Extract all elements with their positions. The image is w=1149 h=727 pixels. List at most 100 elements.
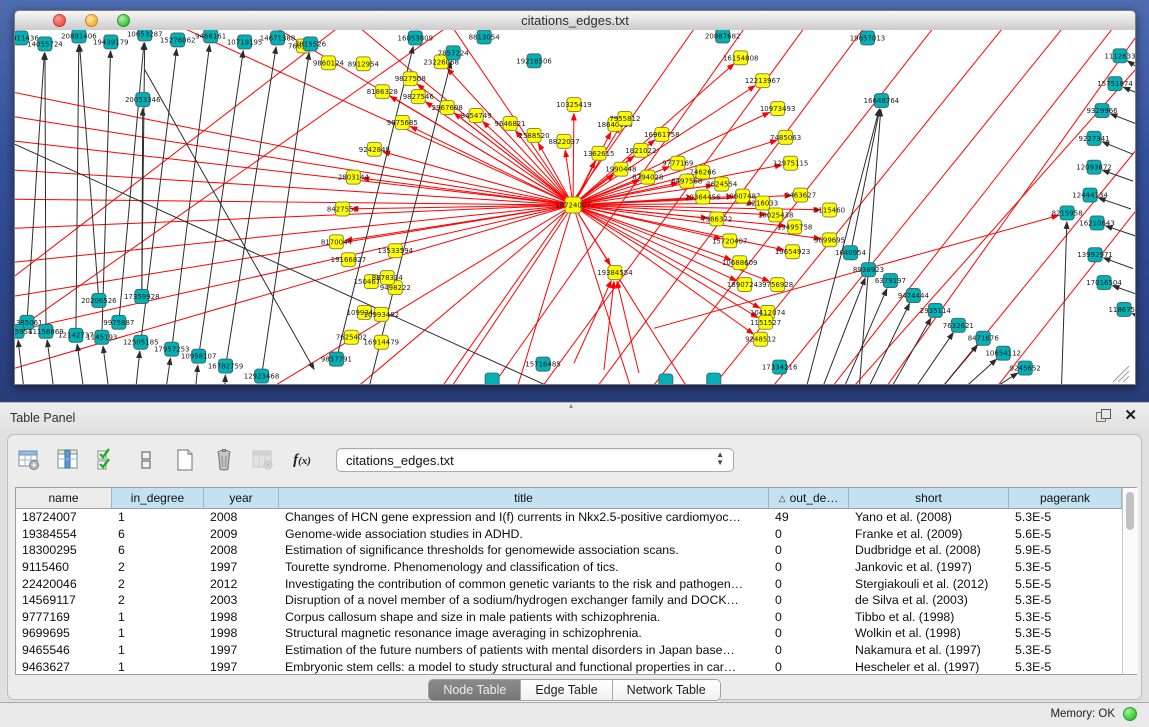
black-edge[interactable] <box>1102 142 1133 155</box>
network-node[interactable] <box>485 373 499 384</box>
select-rows-icon[interactable] <box>94 447 120 473</box>
table-scrollbar-thumb[interactable] <box>1126 492 1134 530</box>
black-edge[interactable] <box>1128 61 1135 78</box>
black-edge[interactable] <box>804 109 880 384</box>
black-edge[interactable] <box>172 45 210 349</box>
black-edge[interactable] <box>18 340 25 384</box>
row-height-icon[interactable] <box>133 447 159 473</box>
black-edge[interactable] <box>1113 286 1135 297</box>
function-builder-icon[interactable]: f(x) <box>289 447 315 473</box>
black-edge[interactable] <box>1123 87 1135 99</box>
black-edge[interactable] <box>45 53 46 331</box>
network-canvas[interactable]: 2322605898275088186328982754629676088454… <box>15 30 1135 384</box>
red-edge[interactable] <box>255 30 573 205</box>
network-window[interactable]: citations_edges.txt 23226058982750881863… <box>14 10 1136 385</box>
red-edge[interactable] <box>764 30 1073 384</box>
black-edge[interactable] <box>165 358 171 384</box>
table-selector-dropdown[interactable]: citations_edges.txt▲▼ <box>336 448 734 472</box>
column-header-in_degree[interactable]: in_degree <box>112 488 204 508</box>
float-panel-icon[interactable] <box>1096 409 1110 423</box>
red-edge[interactable] <box>573 114 574 205</box>
black-edge[interactable] <box>858 110 880 384</box>
column-header-out_de[interactable]: △out_de… <box>769 488 849 508</box>
table-row[interactable]: 1938455462009Genome-wide association stu… <box>16 526 1122 543</box>
tab-node-table[interactable]: Node Table <box>429 680 521 700</box>
red-edge[interactable] <box>573 205 634 384</box>
black-edge[interactable] <box>933 345 977 384</box>
red-edge[interactable] <box>15 205 573 229</box>
black-edge[interactable] <box>15 144 574 384</box>
node-label: 19384554 <box>597 269 633 277</box>
node-label: 9857791 <box>321 356 352 364</box>
table-row[interactable]: 1872400712008Changes of HCN gene express… <box>16 509 1122 526</box>
black-edge[interactable] <box>1104 258 1134 269</box>
resize-grip-icon[interactable] <box>1123 376 1129 382</box>
tab-edge-table[interactable]: Edge Table <box>521 680 612 700</box>
black-edge[interactable] <box>145 70 314 369</box>
column-header-pagerank[interactable]: pagerank <box>1009 488 1122 508</box>
table-row[interactable]: 969969511998Structural magnetic resonanc… <box>16 625 1122 642</box>
black-edge[interactable] <box>199 51 244 356</box>
red-edge[interactable] <box>538 143 573 205</box>
import-table-disabled-icon[interactable] <box>250 447 276 473</box>
node-label: 8912954 <box>348 60 380 68</box>
black-edge[interactable] <box>1110 114 1135 125</box>
black-edge[interactable] <box>135 351 140 384</box>
black-edge[interactable] <box>103 346 110 384</box>
black-edge[interactable] <box>863 304 909 384</box>
black-edge[interactable] <box>908 333 953 384</box>
black-edge[interactable] <box>119 43 144 322</box>
red-edge[interactable] <box>15 205 573 264</box>
column-edit-icon[interactable] <box>55 447 81 473</box>
black-edge[interactable] <box>1132 313 1135 323</box>
table-row[interactable]: 911546021997Tourette syndrome. Phenomeno… <box>16 559 1122 576</box>
table-row[interactable]: 977716911998Corpus callosum shape and si… <box>16 609 1122 626</box>
column-header-name[interactable]: name <box>16 488 112 508</box>
column-header-short[interactable]: short <box>849 488 1009 508</box>
black-edge[interactable] <box>885 318 930 384</box>
column-header-title[interactable]: title <box>279 488 769 508</box>
black-edge[interactable] <box>80 45 99 301</box>
black-edge[interactable] <box>77 344 85 384</box>
column-header-year[interactable]: year <box>204 488 279 508</box>
black-edge[interactable] <box>819 278 866 384</box>
black-edge[interactable] <box>979 373 1017 384</box>
tab-network-table[interactable]: Network Table <box>613 680 720 700</box>
network-node[interactable] <box>659 374 673 384</box>
red-edge[interactable] <box>15 205 573 298</box>
table-settings-icon[interactable] <box>16 447 42 473</box>
black-edge[interactable] <box>27 53 44 322</box>
new-table-icon[interactable] <box>172 447 198 473</box>
black-edge[interactable] <box>953 359 996 384</box>
node-label: 1362615 <box>583 150 614 158</box>
close-panel-icon[interactable]: ✕ <box>1124 409 1137 423</box>
red-edge[interactable] <box>15 205 573 333</box>
table-scrollbar[interactable] <box>1122 488 1138 674</box>
red-edge[interactable] <box>255 205 573 384</box>
black-edge[interactable] <box>76 45 79 335</box>
table-row[interactable]: 946362711997Embryonic stem cells: a mode… <box>16 658 1122 675</box>
table-row[interactable]: 1456911722003Disruption of a novel membe… <box>16 592 1122 609</box>
black-edge[interactable] <box>1099 198 1131 209</box>
red-edge[interactable] <box>447 68 573 205</box>
network-node[interactable] <box>707 373 721 384</box>
resize-grip-icon[interactable] <box>1118 371 1129 382</box>
splitter-handle-icon[interactable]: ▴ <box>569 402 573 410</box>
network-window-titlebar[interactable]: citations_edges.txt <box>15 11 1135 31</box>
red-edge[interactable] <box>617 281 639 373</box>
table-row[interactable]: 1830029562008Estimation of significance … <box>16 542 1122 559</box>
memory-status-icon[interactable] <box>1123 707 1137 721</box>
table-row[interactable]: 2242004622012Investigating the contribut… <box>16 575 1122 592</box>
black-edge[interactable] <box>1061 222 1067 384</box>
black-edge[interactable] <box>47 340 55 384</box>
red-edge[interactable] <box>345 205 573 240</box>
table-cell: 5.3E-5 <box>1009 510 1122 524</box>
table-row[interactable]: 946554611997Estimation of the future num… <box>16 642 1122 659</box>
delete-table-icon[interactable] <box>211 447 237 473</box>
node-label: 6497568 <box>671 178 702 186</box>
black-edge[interactable] <box>225 375 226 384</box>
network-graph[interactable]: 2322605898275088186328982754629676088454… <box>15 30 1135 384</box>
black-edge[interactable] <box>195 365 198 384</box>
black-edge[interactable] <box>262 53 310 376</box>
black-edge[interactable] <box>1106 226 1135 237</box>
